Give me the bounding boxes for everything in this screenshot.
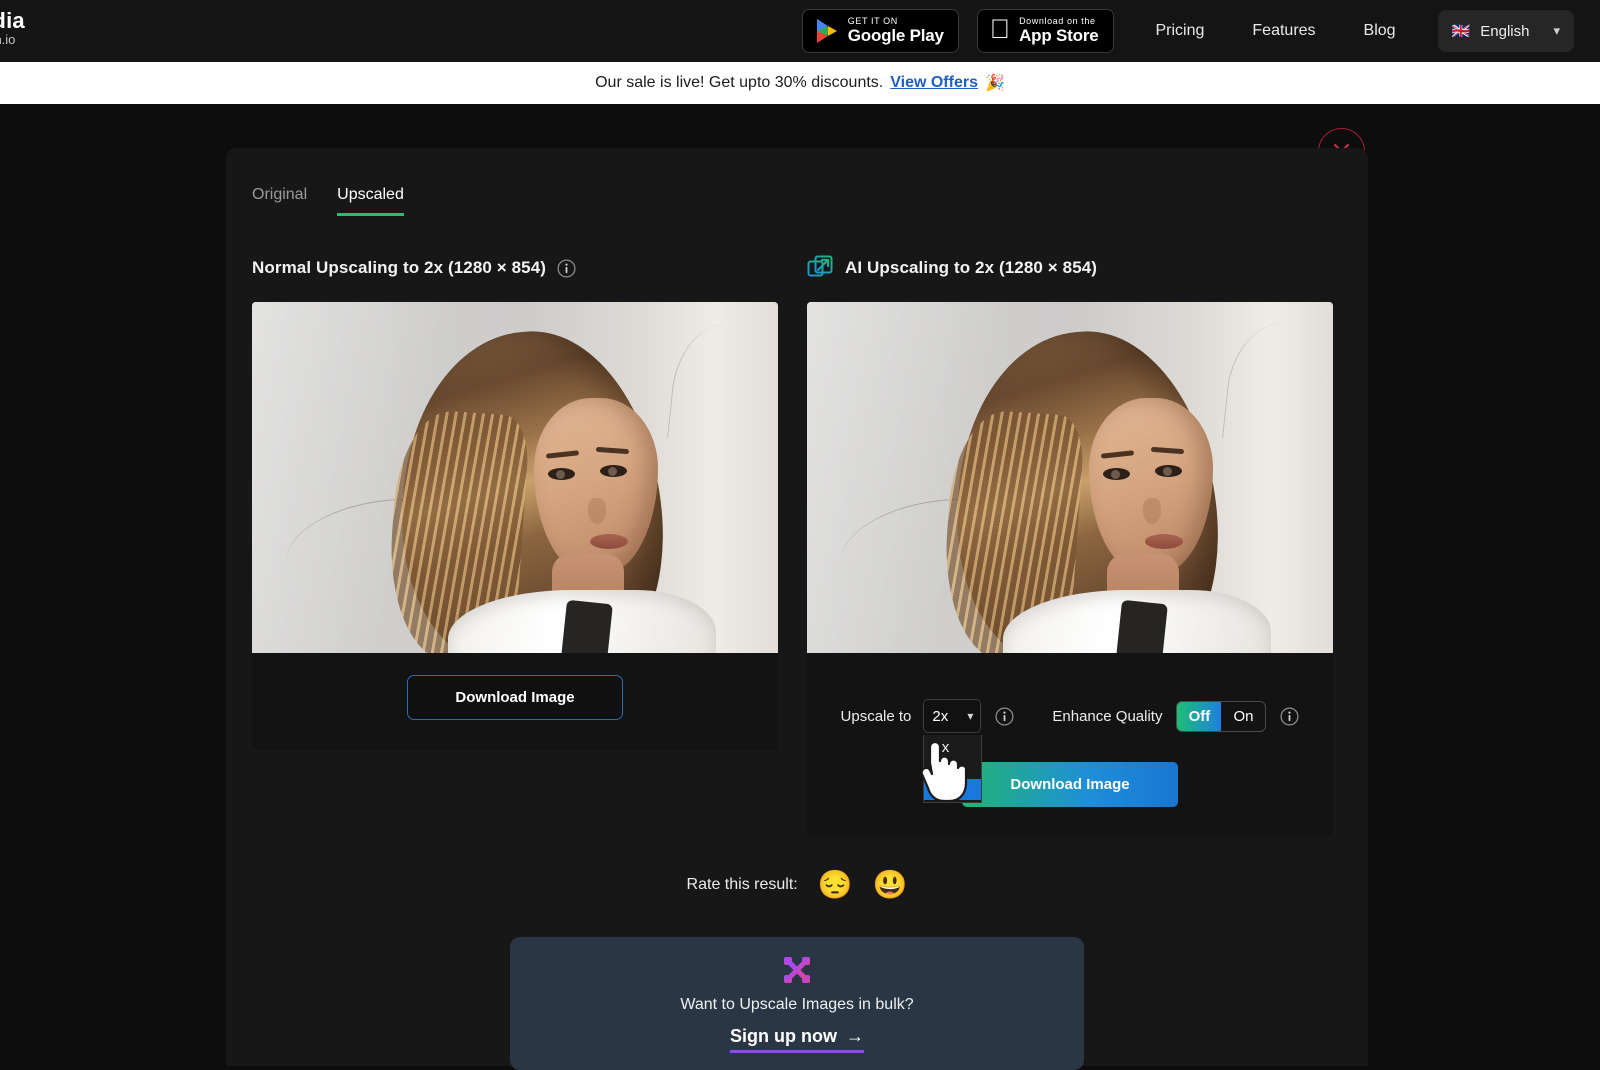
ai-upscale-column: AI Upscaling to 2x (1280 × 854) Upscale … bbox=[807, 253, 1333, 837]
arrow-right-icon: → bbox=[845, 1026, 864, 1046]
view-offers-link[interactable]: View Offers bbox=[890, 74, 978, 92]
ai-upscaled-image bbox=[807, 302, 1333, 653]
enhance-quality-label: Enhance Quality bbox=[1052, 707, 1163, 725]
normal-upscale-actions: Download Image bbox=[252, 653, 778, 750]
app-store-line2: App Store bbox=[1019, 25, 1099, 45]
tab-upscaled[interactable]: Upscaled bbox=[337, 186, 404, 216]
site-logo[interactable]: edia lBin.io bbox=[0, 8, 25, 48]
upscale-option-1x[interactable]: 1x bbox=[924, 737, 981, 758]
nav-link-blog[interactable]: Blog bbox=[1340, 22, 1420, 40]
party-popper-icon: 🎉 bbox=[984, 75, 1005, 92]
site-logo-secondary: lBin.io bbox=[0, 32, 16, 48]
promo-banner-text: Our sale is live! Get upto 30% discounts… bbox=[595, 74, 884, 91]
tab-original[interactable]: Original bbox=[252, 186, 307, 216]
upscale-to-label: Upscale to bbox=[840, 707, 912, 725]
download-image-button-normal[interactable]: Download Image bbox=[407, 675, 623, 720]
result-tabs: Original Upscaled bbox=[252, 186, 1342, 216]
upscale-info-icon[interactable] bbox=[995, 706, 1014, 726]
upscale-result-modal: Original Upscaled Normal Upscaling to 2x… bbox=[226, 148, 1368, 1070]
chevron-down-icon: ▾ bbox=[1553, 23, 1560, 38]
normal-upscale-header: Normal Upscaling to 2x (1280 × 854) bbox=[252, 253, 778, 283]
language-selector[interactable]: 🇬🇧 English ▾ bbox=[1437, 10, 1574, 52]
language-label: English bbox=[1480, 22, 1530, 40]
bulk-upscale-card: Want to Upscale Images in bulk? Sign up … bbox=[510, 937, 1084, 1070]
ai-expand-icon bbox=[807, 255, 834, 282]
enhance-info-icon[interactable] bbox=[1280, 706, 1300, 726]
apple-icon:  bbox=[990, 15, 1010, 43]
rate-result-row: Rate this result: 😔 😃 bbox=[252, 871, 1342, 899]
nav-link-pricing[interactable]: Pricing bbox=[1132, 22, 1229, 40]
rate-sad-emoji[interactable]: 😔 bbox=[818, 871, 853, 899]
enhance-quality-toggle[interactable]: Off On bbox=[1176, 700, 1267, 732]
enhance-quality-off-option[interactable]: Off bbox=[1177, 701, 1222, 731]
site-logo-primary: edia bbox=[0, 8, 25, 33]
upscale-option-4x[interactable]: 4x bbox=[924, 779, 982, 800]
page-stage: Original Upscaled Normal Upscaling to 2x… bbox=[0, 104, 1600, 1070]
info-icon[interactable] bbox=[557, 258, 576, 278]
rate-result-label: Rate this result: bbox=[686, 876, 798, 893]
google-play-line2: Google Play bbox=[847, 25, 944, 45]
normal-upscaled-image bbox=[252, 302, 778, 653]
upscale-to-select[interactable]: 2x ▾ 1x 2x 4x bbox=[923, 699, 983, 803]
normal-upscale-card: Download Image bbox=[252, 302, 778, 750]
ai-upscale-card: Upscale to 2x ▾ 1x 2x 4x Enhance Quality… bbox=[807, 302, 1333, 837]
normal-upscale-column: Normal Upscaling to 2x (1280 × 854) Down… bbox=[252, 253, 778, 837]
uk-flag-icon: 🇬🇧 bbox=[1451, 22, 1471, 40]
bulk-upscale-icon bbox=[782, 955, 812, 985]
upscale-to-dropdown[interactable]: 1x 2x 4x bbox=[923, 735, 983, 803]
bulk-upscale-question: Want to Upscale Images in bulk? bbox=[680, 996, 914, 1013]
bulk-signup-link[interactable]: Sign up now → bbox=[730, 1026, 864, 1053]
upscale-to-value: 2x bbox=[932, 707, 949, 725]
ai-upscale-actions: Upscale to 2x ▾ 1x 2x 4x Enhance Quality… bbox=[807, 653, 1333, 837]
rate-happy-emoji[interactable]: 😃 bbox=[873, 871, 908, 899]
promo-banner: Our sale is live! Get upto 30% discounts… bbox=[0, 62, 1600, 104]
normal-upscale-title: Normal Upscaling to 2x (1280 × 854) bbox=[252, 258, 547, 277]
bulk-signup-label: Sign up now bbox=[730, 1026, 837, 1046]
google-play-badge[interactable]: GET IT ON Google Play bbox=[801, 9, 959, 53]
ai-upscale-header: AI Upscaling to 2x (1280 × 854) bbox=[807, 253, 1333, 283]
nav-link-features[interactable]: Features bbox=[1228, 22, 1339, 40]
ai-upscale-title: AI Upscaling to 2x (1280 × 854) bbox=[845, 258, 1098, 277]
ai-upscale-controls: Upscale to 2x ▾ 1x 2x 4x Enhance Quality… bbox=[807, 675, 1333, 803]
enhance-quality-on-option[interactable]: On bbox=[1221, 702, 1265, 731]
top-navigation-bar: edia lBin.io GET IT ON Google Play  Dow… bbox=[0, 0, 1600, 62]
app-store-badge[interactable]:  Download on the App Store bbox=[976, 9, 1114, 53]
google-play-icon bbox=[815, 18, 839, 44]
comparison-columns: Normal Upscaling to 2x (1280 × 854) Down… bbox=[252, 253, 1342, 837]
upscale-option-2x[interactable]: 2x bbox=[924, 758, 981, 779]
nav-right-group: GET IT ON Google Play  Download on the … bbox=[801, 0, 1574, 62]
download-image-button-ai[interactable]: Download Image bbox=[962, 762, 1178, 807]
chevron-down-icon: ▾ bbox=[967, 709, 974, 723]
